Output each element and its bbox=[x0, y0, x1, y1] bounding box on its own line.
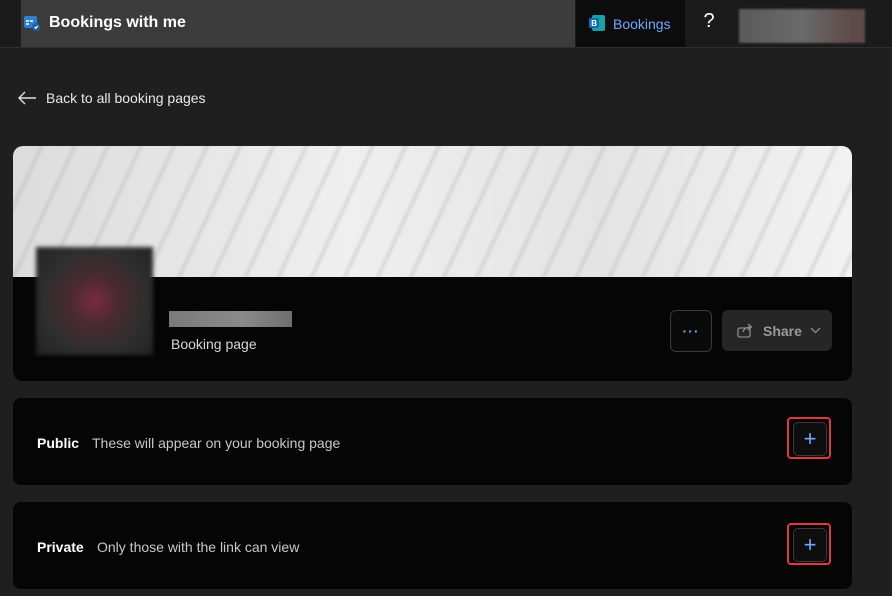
back-link-label: Back to all booking pages bbox=[46, 90, 206, 106]
help-button[interactable]: ? bbox=[698, 10, 720, 36]
public-title: Public bbox=[37, 435, 80, 451]
top-bar: Bookings with me B Bookings ? bbox=[0, 0, 892, 48]
bookings-tab[interactable]: B Bookings bbox=[576, 0, 685, 47]
private-add-highlight: + bbox=[787, 523, 831, 565]
title-area: Bookings with me bbox=[21, 0, 575, 47]
public-description: These will appear on your booking page bbox=[92, 435, 341, 451]
private-section: Private Only those with the link can vie… bbox=[13, 502, 852, 589]
back-link[interactable]: Back to all booking pages bbox=[17, 88, 206, 108]
add-public-button[interactable]: + bbox=[793, 422, 827, 456]
page-subtitle: Booking page bbox=[171, 336, 257, 352]
booking-page-card: Booking page ··· Share bbox=[13, 146, 852, 381]
page-avatar bbox=[36, 247, 153, 355]
share-button[interactable]: Share bbox=[722, 310, 832, 351]
calendar-app-icon bbox=[24, 16, 40, 31]
back-arrow-icon bbox=[18, 91, 36, 105]
more-options-button[interactable]: ··· bbox=[670, 310, 712, 352]
page-name-redacted bbox=[169, 311, 292, 327]
account-avatar[interactable] bbox=[739, 9, 865, 43]
share-icon bbox=[737, 323, 753, 338]
app-title: Bookings with me bbox=[49, 14, 186, 31]
bookings-tab-label: Bookings bbox=[613, 16, 671, 32]
public-section: Public These will appear on your booking… bbox=[13, 398, 852, 485]
public-add-highlight: + bbox=[787, 417, 831, 459]
chevron-down-icon bbox=[810, 327, 821, 334]
private-description: Only those with the link can view bbox=[97, 539, 300, 555]
private-title: Private bbox=[37, 539, 84, 555]
add-private-button[interactable]: + bbox=[793, 528, 827, 562]
bookings-logo-icon: B bbox=[589, 15, 605, 31]
svg-text:B: B bbox=[591, 19, 597, 28]
share-label: Share bbox=[763, 322, 802, 339]
more-icon: ··· bbox=[682, 323, 700, 339]
